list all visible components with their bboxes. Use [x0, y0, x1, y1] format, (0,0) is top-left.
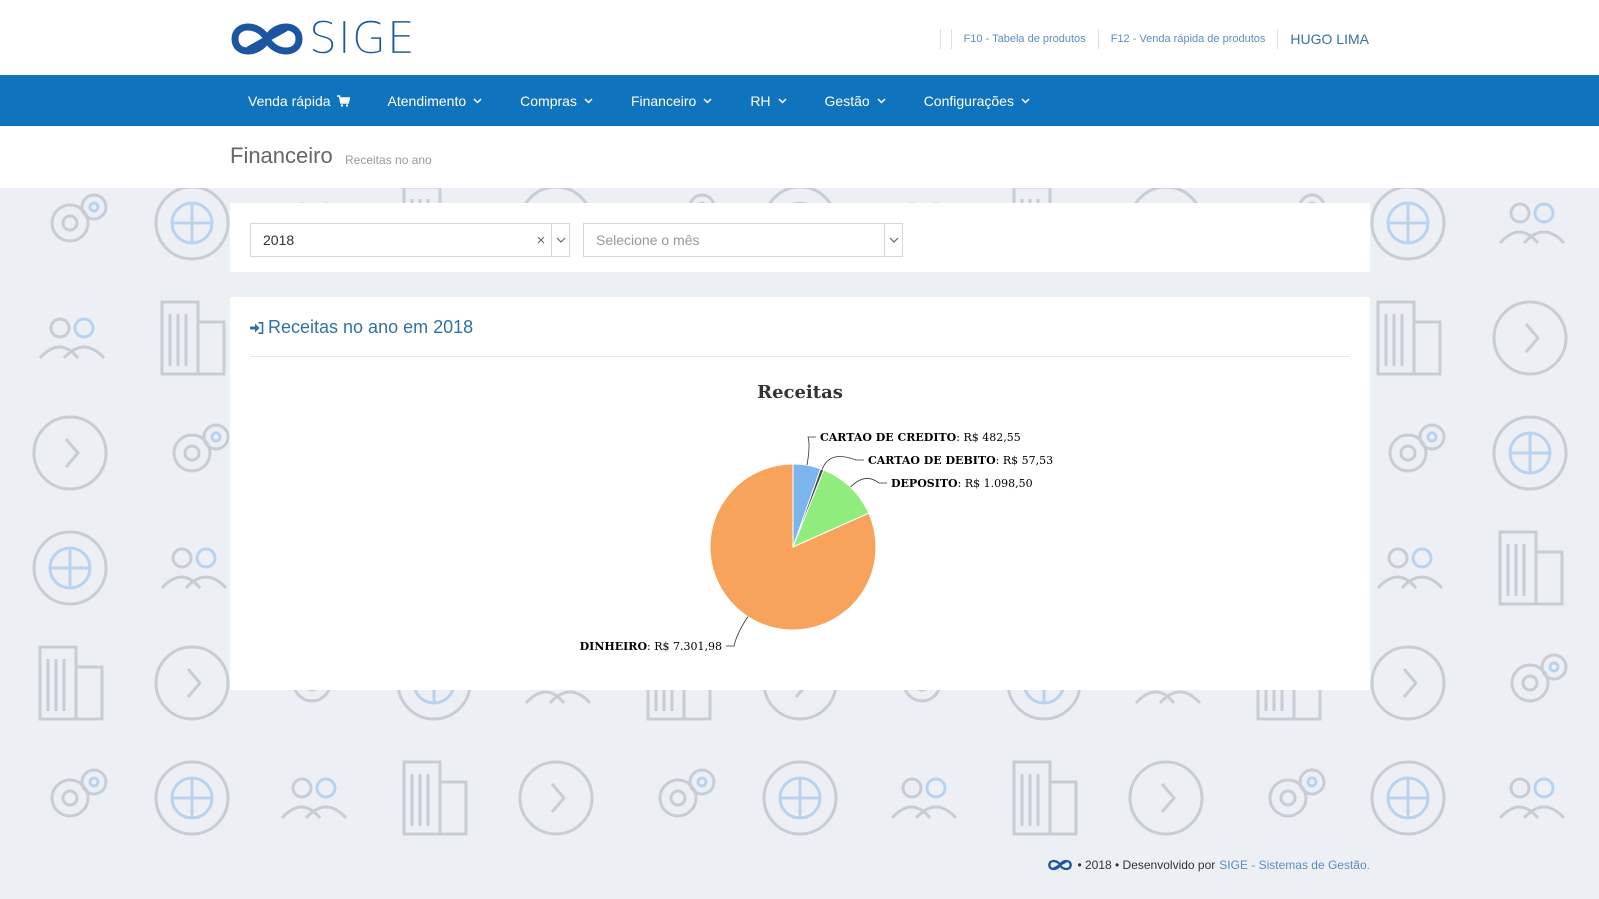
divider	[1097, 29, 1099, 49]
dropdown-toggle[interactable]	[551, 224, 569, 256]
top-bar: SIGE F10 - Tabela de produtos F12 - Vend…	[0, 0, 1599, 75]
nav-item-label: Gestão	[824, 92, 870, 109]
arrow-circle-icon	[1128, 760, 1204, 836]
nav-item-label: Atendimento	[387, 92, 467, 109]
gear-icon	[1388, 423, 1446, 473]
arrow-circle-icon	[32, 415, 108, 491]
divider	[939, 29, 941, 49]
users-icon	[1498, 777, 1566, 820]
page-subtitle: Receitas no ano	[345, 153, 432, 167]
building-icon	[1012, 760, 1078, 836]
building-icon	[402, 760, 468, 836]
nav-item-financeiro[interactable]: Financeiro	[612, 75, 731, 126]
users-icon	[160, 547, 228, 590]
globe-icon	[154, 188, 230, 261]
infinity-logo-icon	[1048, 859, 1073, 871]
chevron-down-icon	[1021, 97, 1030, 104]
nav-items: Venda rápida Atendimento Compras Finance…	[229, 75, 1049, 126]
building-icon	[38, 645, 104, 721]
building-icon	[160, 300, 226, 376]
globe-icon	[154, 760, 230, 836]
gear-icon	[658, 768, 716, 818]
filter-panel: 2018 × Selecione o mês	[230, 203, 1370, 272]
gear-icon	[1268, 768, 1326, 818]
quick-sale-link[interactable]: F12 - Venda rápida de produtos	[1111, 33, 1266, 45]
globe-icon	[762, 760, 838, 836]
globe-icon	[1370, 188, 1446, 261]
chevron-down-icon	[584, 97, 593, 104]
gear-icon	[1510, 653, 1568, 703]
clear-icon[interactable]: ×	[531, 232, 551, 249]
gear-icon	[50, 768, 108, 818]
pie-data-label: CARTAO DE CREDITO: R$ 482,55	[820, 431, 1021, 444]
nav-item-compras[interactable]: Compras	[501, 75, 612, 126]
pie-data-label: DEPOSITO: R$ 1.098,50	[891, 477, 1033, 490]
nav-item-gestao[interactable]: Gestão	[806, 75, 905, 126]
revenue-panel: Receitas no ano em 2018 Receitas CARTAO …	[230, 297, 1370, 690]
top-links: F10 - Tabela de produtos F12 - Venda ráp…	[928, 28, 1369, 50]
nav-item-rh[interactable]: RH	[731, 75, 805, 126]
chevron-down-icon	[556, 237, 565, 243]
page-title: Financeiro	[230, 143, 333, 168]
building-icon	[1376, 300, 1442, 376]
chart-title: Receitas	[757, 382, 843, 403]
building-icon	[1498, 530, 1564, 606]
nav-item-label: Venda rápida	[248, 92, 331, 109]
nav-item-label: Configurações	[923, 92, 1014, 109]
footer: • 2018 • Desenvolvido por SIGE - Sistema…	[1047, 857, 1370, 873]
dropdown-toggle[interactable]	[884, 224, 902, 256]
brand-logo[interactable]: SIGE	[229, 13, 416, 64]
chevron-down-icon	[703, 97, 712, 104]
users-icon	[38, 317, 106, 360]
page-header: Financeiro Receitas no ano	[0, 126, 1599, 188]
footer-link[interactable]: SIGE - Sistemas de Gestão.	[1219, 858, 1370, 872]
nav-item-configuracoes[interactable]: Configurações	[905, 75, 1049, 126]
divider	[950, 29, 952, 49]
users-icon	[890, 777, 958, 820]
globe-icon	[1370, 760, 1446, 836]
year-select-value: 2018	[263, 232, 295, 248]
chevron-down-icon	[877, 97, 886, 104]
gear-icon	[50, 193, 108, 243]
nav-item-atendimento[interactable]: Atendimento	[369, 75, 502, 126]
globe-icon	[1492, 415, 1568, 491]
arrow-circle-icon	[154, 645, 230, 721]
nav-item-label: Financeiro	[630, 92, 697, 109]
pie-connector	[850, 478, 887, 488]
chevron-down-icon	[778, 97, 787, 104]
chevron-down-icon	[889, 237, 898, 243]
nav-item-label: Compras	[520, 92, 577, 109]
globe-icon	[32, 530, 108, 606]
pie-data-label: CARTAO DE DEBITO: R$ 57,53	[868, 454, 1053, 467]
footer-text: • 2018 • Desenvolvido por	[1077, 858, 1216, 872]
users-icon	[280, 777, 348, 820]
revenue-pie-chart: Receitas CARTAO DE CREDITO: R$ 482,55 CAR…	[580, 382, 1054, 653]
brand-name: SIGE	[309, 13, 416, 64]
infinity-logo-icon	[231, 23, 303, 55]
arrow-circle-icon	[518, 760, 594, 836]
pie-connector	[806, 436, 816, 466]
arrow-circle-icon	[1492, 300, 1568, 376]
divider	[1277, 29, 1279, 49]
main-navbar: Venda rápida Atendimento Compras Finance…	[0, 75, 1599, 126]
users-icon	[1498, 202, 1566, 245]
pie-connector	[726, 616, 749, 647]
gear-icon	[172, 423, 230, 473]
nav-item-label: RH	[750, 92, 771, 109]
month-select-placeholder: Selecione o mês	[596, 232, 700, 248]
year-select[interactable]: 2018 ×	[250, 223, 570, 257]
pie-connector	[821, 456, 864, 470]
chevron-down-icon	[473, 97, 482, 104]
user-menu[interactable]: HUGO LIMA	[1290, 31, 1369, 47]
users-icon	[1376, 547, 1444, 590]
cart-icon	[336, 94, 350, 107]
nav-item-venda-rapida[interactable]: Venda rápida	[229, 75, 369, 126]
arrow-circle-icon	[1370, 645, 1446, 721]
month-select[interactable]: Selecione o mês	[583, 223, 903, 257]
pie-data-label: DINHEIRO: R$ 7.301,98	[580, 640, 722, 653]
product-table-link[interactable]: F10 - Tabela de produtos	[964, 33, 1086, 45]
